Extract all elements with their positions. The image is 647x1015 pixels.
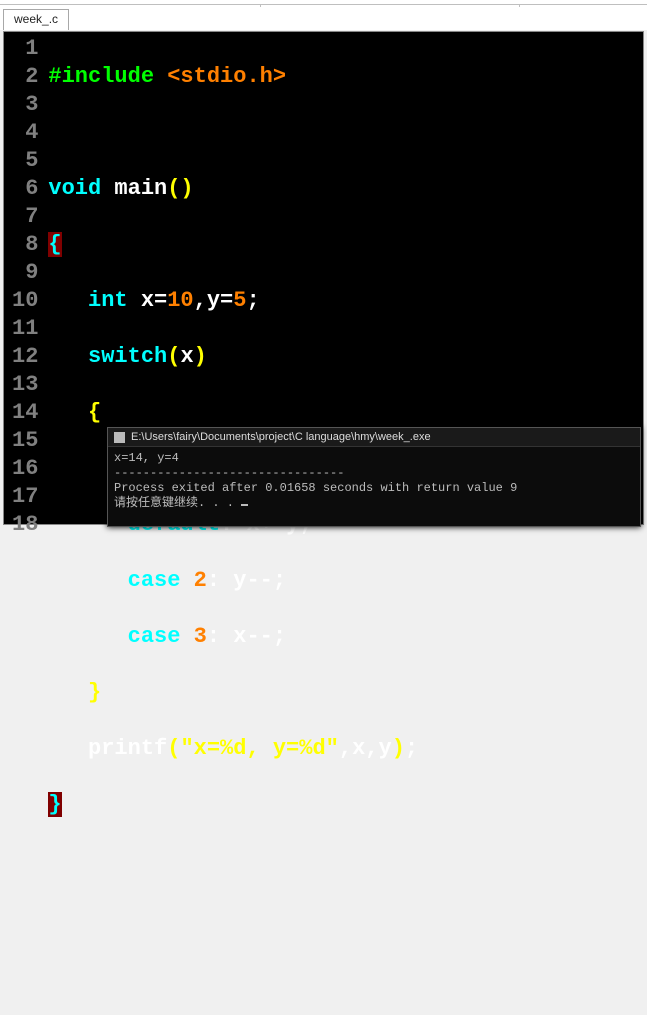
line-number: 7: [12, 203, 38, 231]
line-number: 5: [12, 147, 38, 175]
line-number: 2: [12, 63, 38, 91]
editor[interactable]: 1 2 3 4 5 6 7 8 9 10 11 12 13 14 15 16 1…: [3, 31, 644, 525]
console-output: x=14, y=4 ------------------------------…: [108, 447, 640, 515]
console-title: E:\Users\fairy\Documents\project\C langu…: [131, 431, 431, 443]
line-number: 10: [12, 287, 38, 315]
line-number: 16: [12, 455, 38, 483]
line-number: 6: [12, 175, 38, 203]
line-number: 13: [12, 371, 38, 399]
keyword: void: [48, 176, 101, 201]
line-number: 15: [12, 427, 38, 455]
console-window[interactable]: E:\Users\fairy\Documents\project\C langu…: [107, 427, 641, 527]
brace: }: [48, 792, 61, 817]
tab-file[interactable]: week_.c: [3, 9, 69, 30]
line-number: 17: [12, 483, 38, 511]
terminal-icon: [114, 432, 125, 443]
console-titlebar[interactable]: E:\Users\fairy\Documents\project\C langu…: [108, 428, 640, 447]
brace: {: [48, 232, 61, 257]
line-number: 9: [12, 259, 38, 287]
line-number: 3: [12, 91, 38, 119]
line-number: 14: [12, 399, 38, 427]
line-gutter: 1 2 3 4 5 6 7 8 9 10 11 12 13 14 15 16 1…: [4, 32, 44, 524]
line-number: 4: [12, 119, 38, 147]
line-number: 11: [12, 315, 38, 343]
line-number: 12: [12, 343, 38, 371]
preproc: #include: [48, 64, 154, 89]
line-number: 1: [12, 35, 38, 63]
cursor-icon: [241, 504, 248, 506]
line-number: 8: [12, 231, 38, 259]
include-path: <stdio.h>: [167, 64, 286, 89]
tab-bar: week_.c: [0, 7, 647, 30]
line-number: 18: [12, 511, 38, 539]
